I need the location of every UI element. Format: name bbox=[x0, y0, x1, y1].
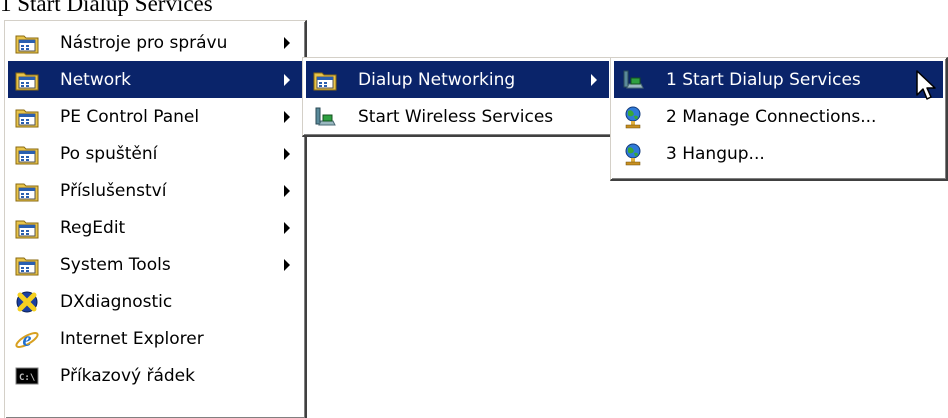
dxdiag-icon bbox=[13, 288, 41, 316]
command-prompt-icon: C:\ bbox=[13, 362, 41, 390]
menu-item-po-spusteni[interactable]: Po spuštění bbox=[8, 135, 302, 172]
menu-item-label: System Tools bbox=[60, 254, 171, 275]
menu-item-nastroje-pro-spravu[interactable]: Nástroje pro správu bbox=[8, 24, 302, 61]
submenu-arrow-icon bbox=[284, 222, 290, 234]
submenu-arrow-icon bbox=[284, 185, 290, 197]
menu-item-start-wireless-services[interactable]: Start Wireless Services bbox=[306, 98, 609, 135]
menu-item-regedit[interactable]: RegEdit bbox=[8, 209, 302, 246]
menu-item-network[interactable]: Network bbox=[8, 61, 302, 98]
program-group-icon bbox=[13, 177, 41, 205]
menu-item-pe-control-panel[interactable]: PE Control Panel bbox=[8, 98, 302, 135]
internet-explorer-icon: e bbox=[13, 325, 41, 353]
menu-item-label: Příkazový řádek bbox=[60, 365, 195, 386]
svg-text:e: e bbox=[23, 329, 32, 351]
menu-item-system-tools[interactable]: System Tools bbox=[8, 246, 302, 283]
menu-item-internet-explorer[interactable]: e Internet Explorer bbox=[8, 320, 302, 357]
menu-item-label: PE Control Panel bbox=[60, 106, 200, 127]
submenu-arrow-icon bbox=[284, 259, 290, 271]
start-menu-programs: Nástroje pro správu Network PE Control Pan… bbox=[4, 20, 307, 418]
menu-item-label: RegEdit bbox=[60, 217, 126, 238]
program-group-icon bbox=[13, 251, 41, 279]
menu-item-label: DXdiagnostic bbox=[60, 291, 173, 312]
network-submenu: Dialup Networking Start Wireless Services bbox=[302, 57, 614, 137]
svg-text:C:\: C:\ bbox=[19, 373, 35, 383]
menu-item-label: 1 Start Dialup Services bbox=[666, 69, 861, 90]
menu-item-dxdiagnostic[interactable]: DXdiagnostic bbox=[8, 283, 302, 320]
program-group-icon bbox=[311, 66, 339, 94]
submenu-arrow-icon bbox=[284, 74, 290, 86]
program-group-icon bbox=[13, 103, 41, 131]
submenu-arrow-icon bbox=[591, 74, 597, 86]
submenu-arrow-icon bbox=[284, 111, 290, 123]
network-connection-icon bbox=[619, 66, 647, 94]
caption-text: 1 Start Dialup Services bbox=[0, 0, 213, 16]
menu-item-2-manage-connections[interactable]: 2 Manage Connections... bbox=[614, 98, 943, 135]
menu-item-prikazovy-radek[interactable]: C:\ Příkazový řádek bbox=[8, 357, 302, 394]
program-group-icon bbox=[13, 66, 41, 94]
menu-item-1-start-dialup-services[interactable]: 1 Start Dialup Services bbox=[614, 61, 943, 98]
dialup-networking-submenu: 1 Start Dialup Services 2 Manage Connecti… bbox=[610, 57, 948, 181]
menu-item-dialup-networking[interactable]: Dialup Networking bbox=[306, 61, 609, 98]
menu-item-label: Dialup Networking bbox=[358, 69, 516, 90]
menu-item-label: Nástroje pro správu bbox=[60, 32, 228, 53]
menu-item-3-hangup[interactable]: 3 Hangup... bbox=[614, 135, 943, 172]
program-group-icon bbox=[13, 214, 41, 242]
mouse-cursor-icon bbox=[916, 70, 936, 100]
submenu-arrow-icon bbox=[284, 148, 290, 160]
menu-item-label: Příslušenství bbox=[60, 180, 167, 201]
globe-user-icon bbox=[619, 140, 647, 168]
globe-user-icon bbox=[619, 103, 647, 131]
menu-item-prislusenstvi[interactable]: Příslušenství bbox=[8, 172, 302, 209]
menu-item-label: Po spuštění bbox=[60, 143, 158, 164]
network-connection-icon bbox=[311, 103, 339, 131]
menu-item-label: 3 Hangup... bbox=[666, 143, 765, 164]
submenu-arrow-icon bbox=[284, 37, 290, 49]
program-group-icon bbox=[13, 29, 41, 57]
menu-item-label: 2 Manage Connections... bbox=[666, 106, 877, 127]
program-group-icon bbox=[13, 140, 41, 168]
menu-item-label: Start Wireless Services bbox=[358, 106, 554, 127]
menu-item-label: Network bbox=[60, 69, 131, 90]
menu-item-label: Internet Explorer bbox=[60, 328, 204, 349]
